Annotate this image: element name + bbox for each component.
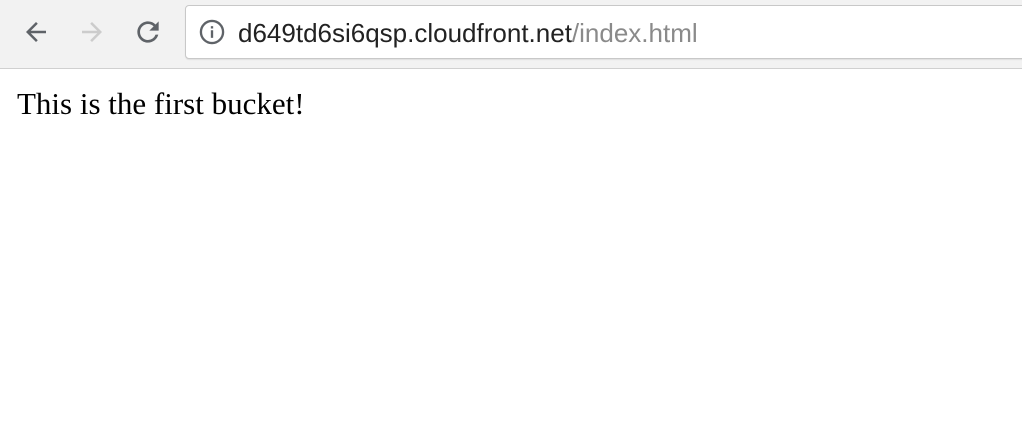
reload-icon [137,21,159,43]
arrow-left-icon [26,22,46,42]
url-text[interactable]: d649td6si6qsp.cloudfront.net/index.html [238,17,698,49]
url-host: d649td6si6qsp.cloudfront.net [238,18,572,48]
back-button[interactable] [16,12,56,52]
browser-toolbar: d649td6si6qsp.cloudfront.net/index.html [0,0,1022,69]
reload-button[interactable] [128,12,168,52]
forward-button[interactable] [72,12,112,52]
info-icon[interactable] [198,18,226,46]
arrow-right-icon [82,22,102,42]
page-content: This is the first bucket! [0,70,1022,442]
address-bar[interactable]: d649td6si6qsp.cloudfront.net/index.html [185,5,1022,59]
url-path: /index.html [571,18,698,48]
page-body-text: This is the first bucket! [17,86,305,121]
